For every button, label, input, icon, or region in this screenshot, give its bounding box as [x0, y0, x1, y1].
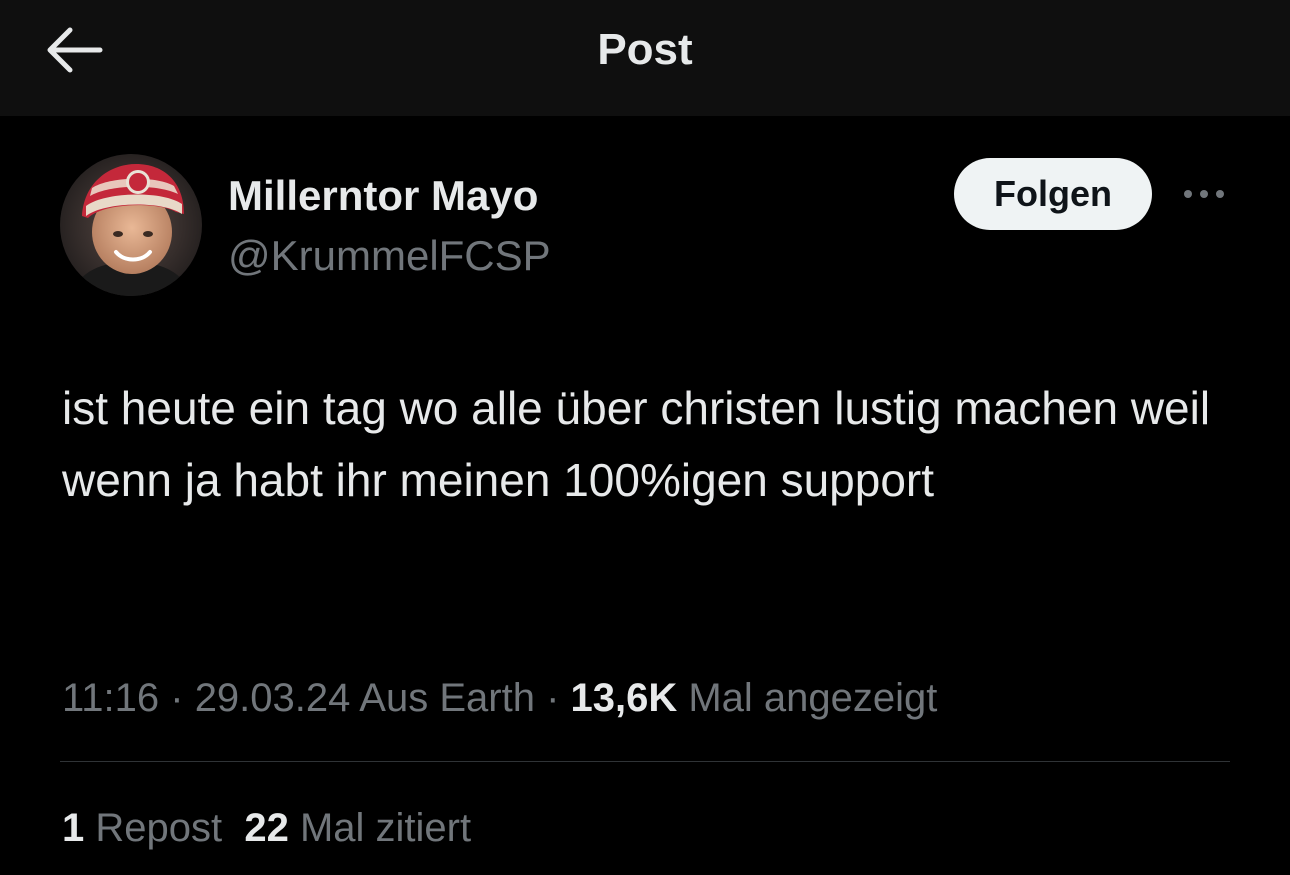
avatar-photo — [60, 154, 202, 296]
author-display-name[interactable]: Millerntor Mayo — [228, 170, 538, 222]
divider — [60, 761, 1230, 762]
page-title: Post — [597, 25, 693, 74]
quotes-label: Mal zitiert — [288, 806, 472, 850]
meta-separator: · — [534, 676, 571, 720]
post-time[interactable]: 11:16 — [62, 676, 159, 720]
top-bar: Post — [0, 0, 1290, 116]
engagement-stats: 1 Repost 22 Mal zitiert — [62, 800, 471, 856]
follow-button[interactable]: Folgen — [954, 158, 1152, 230]
views-count: 13,6K — [570, 676, 678, 720]
avatar[interactable] — [60, 154, 202, 296]
author-handle[interactable]: @KrummelFCSP — [228, 230, 551, 282]
reposts-label: Repost — [84, 806, 223, 850]
views-label: Mal angezeigt — [677, 676, 938, 720]
reposts-count: 1 — [62, 806, 85, 850]
reposts-stat[interactable]: 1 Repost — [62, 806, 222, 850]
quotes-stat[interactable]: 22 Mal zitiert — [244, 806, 471, 850]
meta-separator: · — [159, 676, 195, 720]
post-source: Aus Earth — [350, 676, 535, 720]
quotes-count: 22 — [244, 806, 289, 850]
more-button[interactable] — [1178, 178, 1230, 210]
more-horizontal-icon — [1184, 190, 1224, 198]
post-date[interactable]: 29.03.24 — [195, 676, 351, 720]
post-text: ist heute ein tag wo alle über christen … — [62, 382, 1211, 506]
post-meta: 11:16 · 29.03.24 Aus Earth · 13,6K Mal a… — [62, 670, 937, 726]
